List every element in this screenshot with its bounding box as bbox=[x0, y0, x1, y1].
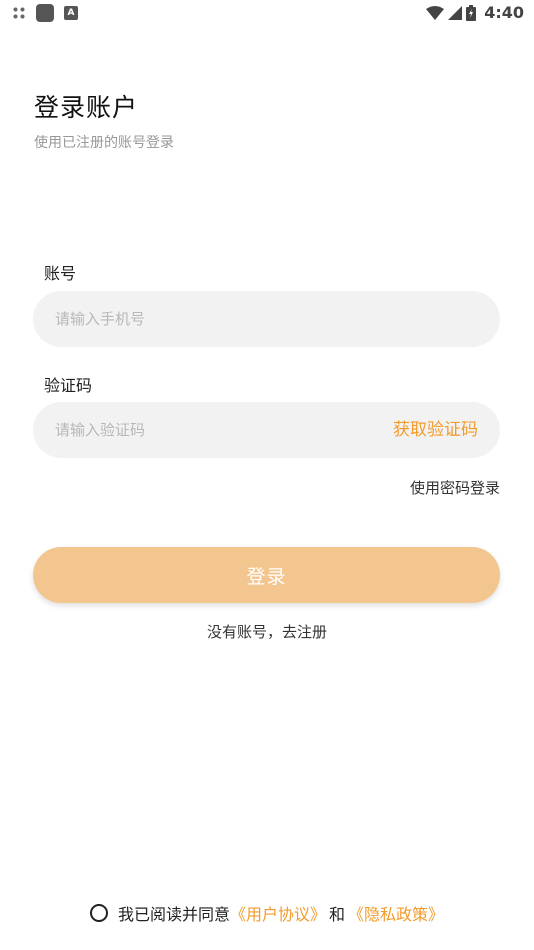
login-screen: A 4:40 登录账户 使用已注册的账号登录 账号 验证码 获取验证码 使用密码… bbox=[0, 0, 534, 950]
agreement-prefix: 我已阅读并同意 bbox=[117, 905, 230, 924]
agreement-row: 我已阅读并同意 《用户协议》 和 《隐私政策》 bbox=[0, 901, 534, 925]
wifi-icon bbox=[426, 5, 445, 20]
login-button[interactable]: 登录 bbox=[33, 547, 500, 603]
password-login-link[interactable]: 使用密码登录 bbox=[410, 477, 500, 498]
agree-radio[interactable] bbox=[89, 904, 108, 922]
status-left-icons: A bbox=[12, 4, 78, 22]
agreement-and: 和 bbox=[329, 905, 346, 924]
signal-icon bbox=[448, 5, 463, 20]
status-time: 4:40 bbox=[484, 3, 524, 22]
app-square-icon bbox=[36, 4, 54, 22]
verification-code-input[interactable] bbox=[55, 402, 355, 458]
a-box-icon: A bbox=[64, 6, 78, 20]
get-code-button[interactable]: 获取验证码 bbox=[393, 402, 478, 458]
battery-icon bbox=[466, 4, 477, 21]
page-title: 登录账户 bbox=[34, 93, 139, 122]
account-field bbox=[33, 291, 500, 347]
grid-icon bbox=[12, 6, 26, 20]
phone-input[interactable] bbox=[55, 291, 355, 347]
account-label: 账号 bbox=[44, 264, 77, 283]
page-subtitle: 使用已注册的账号登录 bbox=[34, 135, 174, 151]
register-link[interactable]: 没有账号，去注册 bbox=[0, 621, 534, 642]
privacy-policy-link[interactable]: 《隐私政策》 bbox=[348, 901, 444, 925]
user-agreement-link[interactable]: 《用户协议》 bbox=[230, 901, 326, 925]
code-field: 获取验证码 bbox=[33, 402, 500, 458]
status-right-icons: 4:40 bbox=[426, 3, 524, 22]
status-bar: A 4:40 bbox=[0, 0, 534, 30]
code-label: 验证码 bbox=[44, 376, 93, 395]
